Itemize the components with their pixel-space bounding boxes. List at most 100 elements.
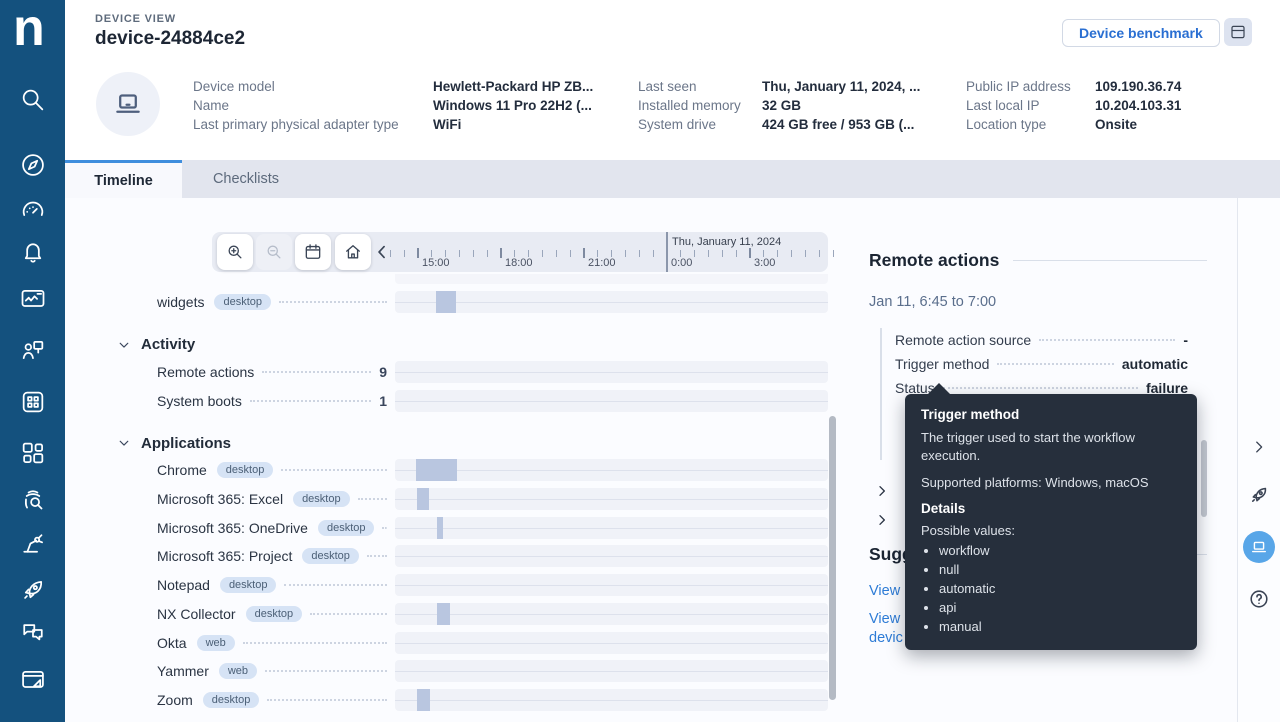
home-button[interactable] (335, 234, 371, 270)
dotted-leader (284, 584, 387, 586)
timeline-vertical-scrollbar[interactable] (829, 416, 836, 700)
field-label[interactable]: Trigger method (895, 356, 989, 372)
row-track (395, 603, 828, 625)
device-info-value: Onsite (1095, 117, 1181, 136)
activity-bar[interactable] (437, 603, 450, 625)
activity-bar[interactable] (436, 291, 456, 313)
activity-bar[interactable] (437, 517, 443, 539)
sidebar-gauge-icon[interactable] (19, 197, 47, 225)
sidebar-compass-icon[interactable] (19, 151, 47, 179)
device-info-label: Last local IP (966, 98, 1095, 117)
row-track (395, 545, 828, 567)
calendar-button[interactable] (295, 234, 331, 270)
row-track (395, 660, 828, 682)
sidebar-design-icon[interactable] (19, 666, 47, 694)
timeline-row: widgetsdesktop (100, 288, 828, 317)
device-rail-button-active[interactable] (1243, 531, 1275, 563)
device-view-page: n DEVICE VIEW device-24884ce2 Device ben… (0, 0, 1280, 722)
zoom-in-button[interactable] (217, 234, 253, 270)
zoom-out-button[interactable] (256, 234, 292, 270)
tooltip-description: The trigger used to start the workflow e… (921, 429, 1181, 465)
dotted-leader (279, 301, 387, 303)
row-label: Microsoft 365: Project (157, 548, 292, 564)
collapsed-group-toggle-2[interactable] (874, 512, 890, 528)
timeline-row: Chromedesktop (100, 456, 828, 485)
collapse-panel-button[interactable] (1250, 438, 1268, 461)
sidebar-search-icon[interactable] (19, 86, 47, 114)
collapsed-group-toggle-1[interactable] (874, 483, 890, 499)
platform-badge: desktop (318, 520, 375, 536)
chevron-right-icon (874, 512, 890, 528)
field-label[interactable]: Remote action source (895, 332, 1031, 348)
layout-icon (1229, 23, 1247, 41)
tab-checklists[interactable]: Checklists (182, 160, 310, 198)
activity-bar[interactable] (416, 459, 457, 481)
device-info-label: Public IP address (966, 79, 1095, 98)
chevron-left-icon (372, 242, 392, 262)
row-track (395, 390, 828, 412)
chevron-right-icon (874, 483, 890, 499)
zoom-out-icon (264, 242, 284, 262)
tooltip-value-item: api (939, 598, 1181, 617)
chevron-down-icon (117, 436, 131, 450)
sidebar-automation-icon[interactable] (19, 529, 47, 557)
activity-bar[interactable] (417, 689, 430, 711)
row-label: Microsoft 365: Excel (157, 491, 283, 507)
dotted-leader (265, 670, 387, 672)
timeline-scroll-left-button[interactable] (372, 242, 392, 262)
dotted-leader (358, 498, 387, 500)
sidebar-kanban-icon[interactable] (19, 439, 47, 467)
detail-field-row: Trigger methodautomatic (895, 352, 1188, 376)
chevron-right-icon (1250, 438, 1268, 456)
details-panel-scrollbar[interactable] (1201, 440, 1207, 517)
device-info-column-1: Device modelHewlett-Packard HP ZB...Name… (193, 79, 593, 136)
timeline-row: Microsoft 365: Exceldesktop (100, 485, 828, 514)
timeline-rows: widgetsdesktopActivityRemote actions9Sys… (100, 288, 828, 714)
section-header-activity[interactable]: Activity (100, 332, 828, 358)
tooltip-possible-values: workflownullautomaticapimanual (921, 541, 1181, 636)
device-info-value: Windows 11 Pro 22H2 (... (433, 98, 593, 117)
tooltip-details-heading: Details (921, 501, 1181, 516)
title-rule (1013, 260, 1207, 261)
sidebar-bell-icon[interactable] (19, 239, 47, 267)
platform-badge: desktop (217, 462, 274, 478)
sidebar-trainer-icon[interactable] (19, 336, 47, 364)
section-header-applications[interactable]: Applications (100, 430, 828, 456)
row-label: NX Collector (157, 606, 236, 622)
view-link-2[interactable]: View devic (869, 610, 903, 648)
sidebar-grid-icon[interactable] (19, 388, 47, 416)
row-label: Zoom (157, 692, 193, 708)
tooltip-platforms: Supported platforms: Windows, macOS (921, 474, 1181, 492)
device-info-label: Installed memory (638, 98, 762, 117)
sidebar-rocket-icon[interactable] (19, 576, 47, 604)
platform-badge: desktop (214, 294, 271, 310)
sidebar-chat-icon[interactable] (19, 619, 47, 647)
row-count: 1 (379, 393, 387, 409)
device-benchmark-button[interactable]: Device benchmark (1062, 19, 1220, 47)
device-info-label: Last seen (638, 79, 762, 98)
device-info-value: Hewlett-Packard HP ZB... (433, 79, 593, 98)
app-sidebar: n (0, 0, 65, 722)
remote-actions-rail-button[interactable] (1248, 484, 1270, 511)
sidebar-monitor-activity-icon[interactable] (19, 285, 47, 313)
device-info-label: Device model (193, 79, 433, 98)
tab-timeline[interactable]: Timeline (65, 160, 182, 198)
row-count: 9 (379, 364, 387, 380)
page-title: device-24884ce2 (95, 28, 245, 50)
sidebar-investigate-icon[interactable] (19, 486, 47, 514)
axis-day-label: Thu, January 11, 2024 (672, 236, 781, 248)
dotted-leader (262, 371, 371, 373)
brand-logo[interactable]: n (13, 0, 45, 58)
activity-bar[interactable] (417, 488, 429, 510)
timeline-row: Microsoft 365: OneDrivedesktop (100, 513, 828, 542)
help-button[interactable] (1248, 588, 1270, 615)
timeline-row: Notepaddesktop (100, 571, 828, 600)
tooltip-title: Trigger method (921, 407, 1181, 422)
dotted-leader (243, 642, 387, 644)
row-track (395, 291, 828, 313)
dotted-leader (267, 699, 387, 701)
row-track (395, 517, 828, 539)
device-info-label: Name (193, 98, 433, 117)
view-link-1[interactable]: View (869, 582, 900, 601)
panel-layout-button[interactable] (1224, 18, 1252, 46)
